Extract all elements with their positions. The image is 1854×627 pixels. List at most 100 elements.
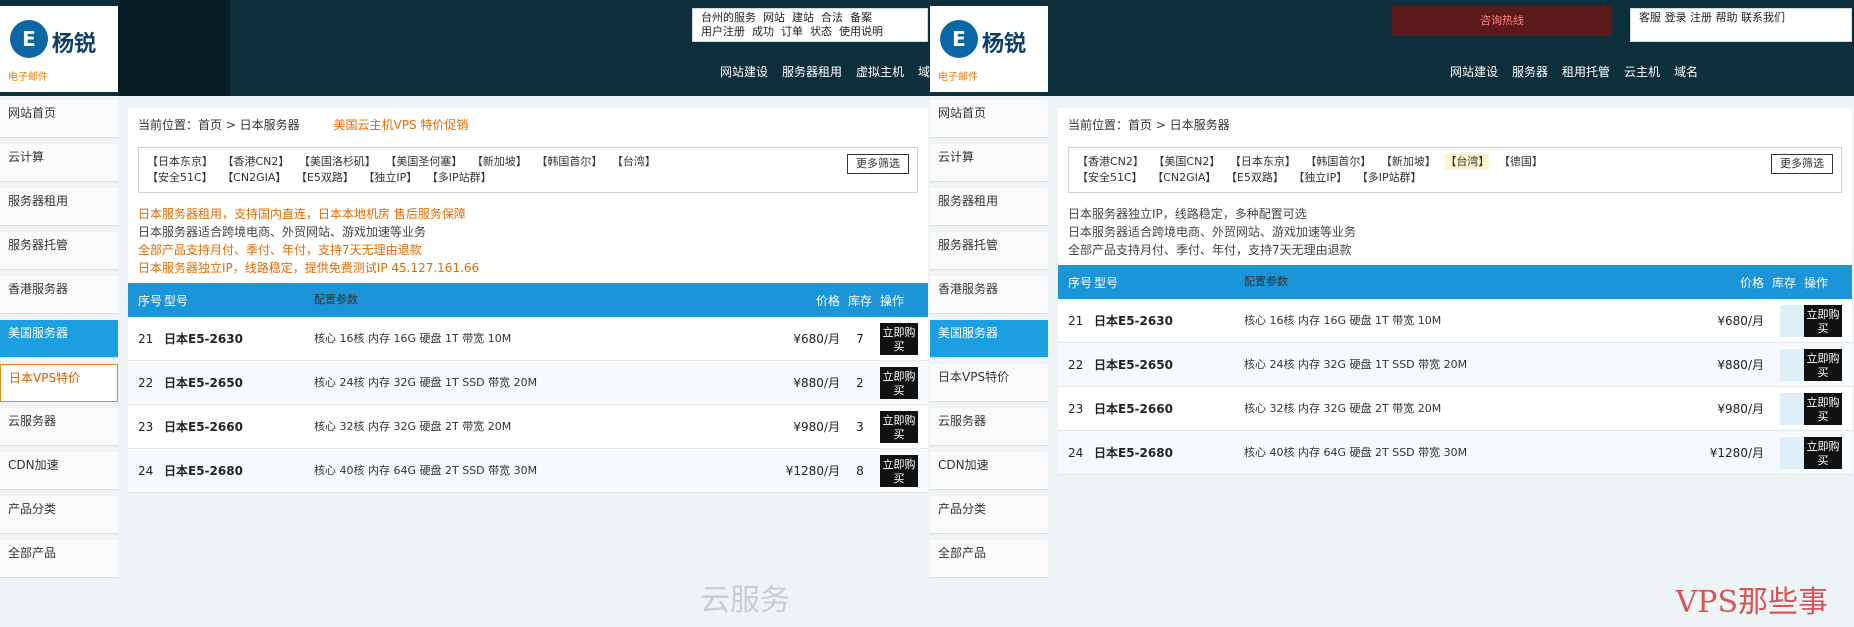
buy-now-button[interactable]: 立即购买: [1804, 304, 1842, 337]
sidebar-item[interactable]: 产品分类: [0, 496, 118, 534]
nav-item[interactable]: 网站建设: [720, 64, 768, 80]
nav-item[interactable]: 虚拟主机: [856, 64, 904, 80]
nav-item[interactable]: 网站建设: [1450, 64, 1498, 80]
notice-line: 日本服务器独立IP，线路稳定，提供免费测试IP 45.127.161.66: [138, 261, 480, 275]
filter-tag[interactable]: 【安全51C】: [1077, 170, 1143, 186]
sidebar-item[interactable]: 云计算: [930, 144, 1048, 182]
sidebar-item[interactable]: 服务器租用: [930, 188, 1048, 226]
filter-tag[interactable]: 【安全51C】: [147, 170, 213, 186]
sidebar-item[interactable]: 云服务器: [0, 408, 118, 446]
filter-tag[interactable]: 【台湾】: [612, 154, 656, 170]
filter-tag[interactable]: 【美国洛杉矶】: [299, 154, 376, 170]
filter-tag[interactable]: 【独立IP】: [1293, 170, 1347, 186]
table-row: 22 日本E5-2650 核心 24核 内存 32G 硬盘 1T SSD 带宽 …: [128, 361, 928, 405]
row-spec: 核心 40核 内存 64G 硬盘 2T SSD 带宽 30M: [314, 463, 538, 477]
filter-tag[interactable]: 【美国圣何塞】: [385, 154, 462, 170]
sidebar-item-active[interactable]: 美国服务器: [930, 320, 1048, 358]
sidebar-item[interactable]: CDN加速: [0, 452, 118, 490]
nav-item[interactable]: 服务器: [1512, 64, 1548, 80]
sidebar-item[interactable]: CDN加速: [930, 452, 1048, 490]
watermark: VPS那些事: [1675, 585, 1828, 620]
notice-line: 日本服务器适合跨境电商、外贸网站、游戏加速等业务: [138, 225, 427, 239]
row-spec: 核心 24核 内存 32G 硬盘 1T SSD 带宽 20M: [314, 375, 538, 389]
filter-tag-selected[interactable]: 【台湾】: [1445, 154, 1490, 170]
top-links-box[interactable]: 台州的服务 网站 建站 合法 备案 用户注册 成功 订单 状态 使用说明: [692, 8, 928, 42]
filter-tag[interactable]: 【香港CN2】: [223, 154, 290, 170]
sidebar-item[interactable]: 全部产品: [930, 540, 1048, 578]
logo-subtitle: 电子邮件: [8, 72, 48, 83]
buy-now-button[interactable]: 立即购买: [880, 454, 918, 487]
sidebar-item[interactable]: 服务器托管: [930, 232, 1048, 270]
sidebar-item[interactable]: 服务器租用: [0, 188, 118, 226]
filter-tag[interactable]: 【CN2GIA】: [222, 170, 286, 186]
row-price: ¥1280/月: [785, 464, 840, 478]
nav-item[interactable]: 租用托管: [1562, 64, 1610, 80]
product-table: 21 日本E5-2630 核心 16核 内存 16G 硬盘 1T 带宽 10M …: [1058, 299, 1852, 475]
hotline-bar[interactable]: 咨询热线: [1392, 6, 1612, 36]
sidebar-item[interactable]: 云计算: [0, 144, 118, 182]
filter-tag[interactable]: 【日本东京】: [1230, 154, 1296, 170]
filter-tag[interactable]: 【德国】: [1499, 154, 1543, 170]
sidebar-item[interactable]: 服务器托管: [0, 232, 118, 270]
filter-tag[interactable]: 【新加坡】: [472, 154, 527, 170]
filter-tag[interactable]: 【CN2GIA】: [1152, 170, 1216, 186]
row-stock: 3: [856, 419, 864, 434]
row-spec: 核心 32核 内存 32G 硬盘 2T 带宽 20M: [1244, 401, 1442, 415]
sidebar-item[interactable]: 网站首页: [0, 100, 118, 138]
breadcrumb-text: 当前位置：首页 > 日本服务器: [138, 118, 300, 132]
col-header: 价格: [815, 293, 840, 308]
buy-now-button[interactable]: 立即购买: [880, 410, 918, 443]
sidebar-item[interactable]: 云服务器: [930, 408, 1048, 446]
filter-more-button[interactable]: 更多筛选: [847, 154, 909, 174]
row-price: ¥980/月: [793, 420, 840, 434]
filter-tag[interactable]: 【多IP站群】: [427, 170, 492, 186]
top-links-box[interactable]: 客服 登录 注册 帮助 联系我们: [1630, 8, 1852, 42]
sidebar-item-promo[interactable]: 日本VPS特价: [0, 364, 118, 402]
row-name: 日本E5-2630: [164, 332, 243, 346]
filter-tag[interactable]: 【美国CN2】: [1153, 154, 1220, 170]
nav-item[interactable]: 云主机: [1624, 64, 1660, 80]
sidebar-item-active[interactable]: 美国服务器: [0, 320, 118, 358]
nav-item[interactable]: 服务器租用: [782, 64, 842, 80]
filter-more-button[interactable]: 更多筛选: [1771, 154, 1833, 174]
sidebar-item[interactable]: 香港服务器: [930, 276, 1048, 314]
filter-tag[interactable]: 【E5双路】: [296, 170, 354, 186]
filter-tag[interactable]: 【独立IP】: [363, 170, 417, 186]
site-logo[interactable]: E 杨锐 电子邮件: [0, 6, 118, 92]
filter-row: 【香港CN2】 【美国CN2】 【日本东京】 【韩国首尔】 【新加坡】 【台湾】…: [1077, 154, 1833, 170]
row-stock: 7: [856, 331, 864, 346]
filter-tag[interactable]: 【E5双路】: [1226, 170, 1284, 186]
row-name: 日本E5-2680: [1094, 446, 1173, 460]
filter-tag[interactable]: 【韩国首尔】: [1305, 154, 1371, 170]
sidebar-item[interactable]: 香港服务器: [0, 276, 118, 314]
row-spec: 核心 24核 内存 32G 硬盘 1T SSD 带宽 20M: [1244, 357, 1468, 371]
filter-tag[interactable]: 【多IP站群】: [1357, 170, 1422, 186]
buy-now-button[interactable]: 立即购买: [880, 322, 918, 355]
row-spec: 核心 16核 内存 16G 硬盘 1T 带宽 10M: [1244, 313, 1442, 327]
sidebar-item[interactable]: 全部产品: [0, 540, 118, 578]
col-header: 库存: [1771, 275, 1796, 290]
row-spec: 核心 40核 内存 64G 硬盘 2T SSD 带宽 30M: [1244, 445, 1468, 459]
table-header: 序号 型号 配置参数 价格 库存 操作: [1058, 265, 1852, 299]
row-price: ¥680/月: [793, 332, 840, 346]
filter-tag[interactable]: 【韩国首尔】: [536, 154, 602, 170]
filter-tag[interactable]: 【日本东京】: [147, 154, 213, 170]
col-header: 型号: [1094, 275, 1119, 290]
sidebar-item[interactable]: 日本VPS特价: [930, 364, 1048, 402]
filter-tag[interactable]: 【香港CN2】: [1077, 154, 1144, 170]
logo-mark-icon: E: [10, 20, 48, 58]
sidebar-item[interactable]: 产品分类: [930, 496, 1048, 534]
filter-box: 【日本东京】 【香港CN2】 【美国洛杉矶】 【美国圣何塞】 【新加坡】 【韩国…: [138, 147, 918, 193]
buy-now-button[interactable]: 立即购买: [1804, 436, 1842, 469]
buy-now-button[interactable]: 立即购买: [880, 366, 918, 399]
nav-item[interactable]: 域名: [1674, 64, 1698, 80]
sidebar-item[interactable]: 网站首页: [930, 100, 1048, 138]
promo-link[interactable]: 美国云主机VPS 特价促销: [334, 118, 469, 132]
filter-tag[interactable]: 【新加坡】: [1381, 154, 1436, 170]
nav-item[interactable]: 域名: [918, 64, 930, 80]
buy-now-button[interactable]: 立即购买: [1804, 348, 1842, 381]
site-logo[interactable]: E 杨锐 电子邮件: [930, 6, 1048, 92]
buy-now-button[interactable]: 立即购买: [1804, 392, 1842, 425]
row-name: 日本E5-2630: [1094, 314, 1173, 328]
breadcrumb: 当前位置：首页 > 日本服务器: [1058, 108, 1852, 141]
